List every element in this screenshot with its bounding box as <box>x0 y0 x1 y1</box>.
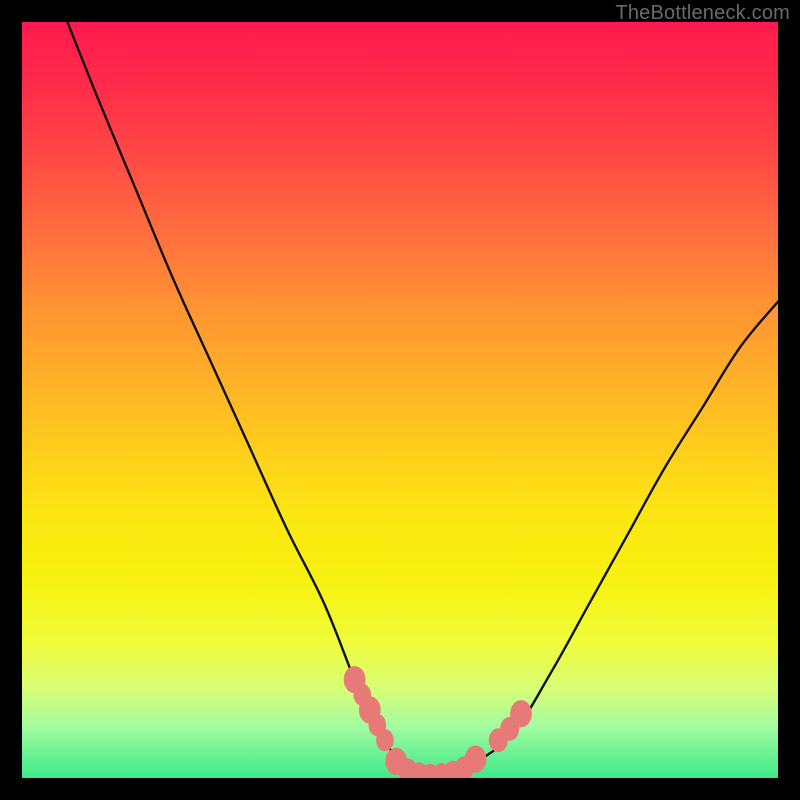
curve-marker <box>465 746 487 773</box>
curve-markers <box>344 666 532 778</box>
bottleneck-curve-svg <box>22 22 778 778</box>
bottleneck-curve <box>67 22 778 776</box>
chart-frame: TheBottleneck.com <box>0 0 800 800</box>
plot-area <box>22 22 778 778</box>
curve-marker <box>376 729 394 751</box>
watermark-text: TheBottleneck.com <box>615 2 790 25</box>
curve-marker <box>510 700 532 727</box>
